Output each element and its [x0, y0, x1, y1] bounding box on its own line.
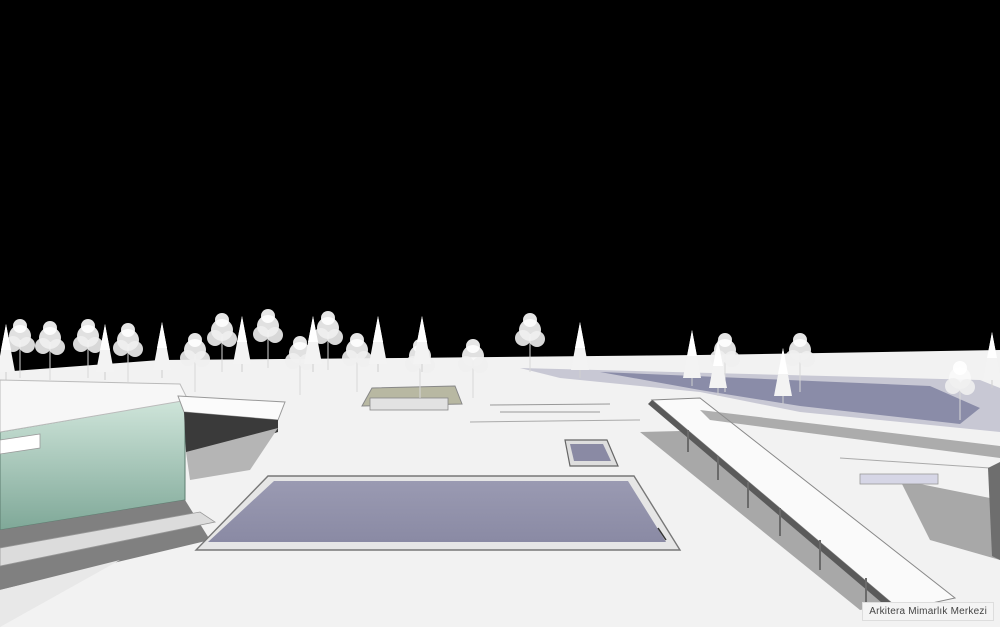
courtyard-block [369, 397, 449, 411]
night-sky [0, 0, 1000, 360]
main-pool-water [208, 481, 666, 542]
watermark-label: Arkitera Mimarlık Merkezi [862, 602, 994, 621]
architectural-rendering [0, 0, 1000, 627]
distant-panel [859, 473, 939, 485]
